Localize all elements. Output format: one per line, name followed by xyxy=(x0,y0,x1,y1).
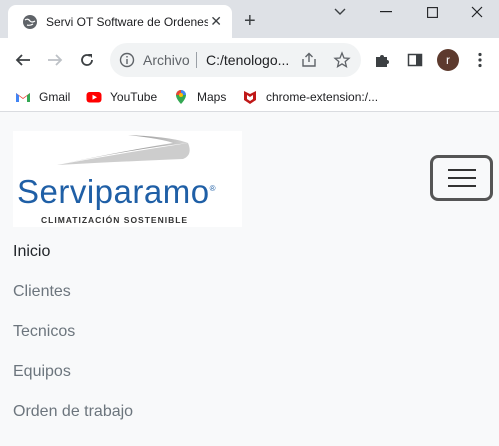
address-bar[interactable]: Archivo C:/tenologo... xyxy=(110,43,361,77)
hamburger-line xyxy=(447,177,476,179)
nav-item-clientes[interactable]: Clientes xyxy=(13,281,133,321)
gmail-icon xyxy=(16,93,30,102)
more-menu-icon[interactable] xyxy=(468,48,492,72)
globe-icon xyxy=(23,14,37,29)
tab-active[interactable]: Servi OT Software de Ordenes ✕ xyxy=(8,5,232,38)
address-url[interactable]: C:/tenologo... xyxy=(206,52,296,68)
bookmark-label: chrome-extension:/... xyxy=(266,90,379,104)
nav-item-inicio[interactable]: Inicio xyxy=(13,241,133,281)
nav-item-equipos[interactable]: Equipos xyxy=(13,361,133,401)
bookmark-chrome-extension[interactable]: chrome-extension:/... xyxy=(242,88,378,106)
logo-brand: Serviparamo® xyxy=(17,173,216,211)
youtube-icon xyxy=(86,92,102,103)
forward-arrow-icon[interactable] xyxy=(43,48,67,72)
tab-title: Servi OT Software de Ordenes xyxy=(46,14,208,29)
back-arrow-icon[interactable] xyxy=(11,48,35,72)
mcafee-icon xyxy=(244,91,256,104)
browser-toolbar: Archivo C:/tenologo... r xyxy=(0,38,499,82)
close-window-icon[interactable] xyxy=(455,0,499,24)
minimize-icon[interactable] xyxy=(364,0,408,24)
bookmark-maps[interactable]: Maps xyxy=(173,88,226,106)
hamburger-line xyxy=(447,169,476,171)
logo-brand-text: Serviparamo xyxy=(17,173,210,210)
address-scheme: Archivo xyxy=(143,52,190,68)
profile-avatar[interactable]: r xyxy=(437,49,459,71)
page-content: Serviparamo® CLIMATIZACIÓN SOSTENIBLE In… xyxy=(0,113,499,446)
hamburger-line xyxy=(447,185,476,187)
navbar-toggler-button[interactable] xyxy=(430,155,493,201)
tab-close-icon[interactable]: ✕ xyxy=(210,13,222,29)
logo-tagline: CLIMATIZACIÓN SOSTENIBLE xyxy=(41,215,189,225)
serviparamo-logo[interactable]: Serviparamo® CLIMATIZACIÓN SOSTENIBLE xyxy=(13,131,242,227)
extensions-puzzle-icon[interactable] xyxy=(370,48,394,72)
side-panel-icon[interactable] xyxy=(403,48,427,72)
address-divider xyxy=(196,52,197,68)
new-tab-button[interactable]: + xyxy=(244,11,256,31)
maximize-icon[interactable] xyxy=(410,0,454,24)
nav-item-orden-de-trabajo[interactable]: Orden de trabajo xyxy=(13,401,133,441)
bookmark-gmail[interactable]: Gmail xyxy=(15,88,70,106)
bookmark-label: YouTube xyxy=(110,90,158,104)
bookmark-label: Maps xyxy=(197,90,227,104)
logo-registered-mark: ® xyxy=(209,184,216,193)
nav-item-tecnicos[interactable]: Tecnicos xyxy=(13,321,133,361)
share-icon[interactable] xyxy=(300,51,318,69)
tab-strip: Servi OT Software de Ordenes ✕ + xyxy=(0,0,499,38)
bookmark-youtube[interactable]: YouTube xyxy=(86,88,157,106)
tab-search-chevron-icon[interactable] xyxy=(318,0,362,24)
bookmark-label: Gmail xyxy=(39,90,71,104)
main-nav: Inicio Clientes Tecnicos Equipos Orden d… xyxy=(13,241,133,441)
maps-icon xyxy=(176,90,186,104)
bookmarks-bar: Gmail YouTube Maps chrome-extension:/... xyxy=(0,82,499,112)
reload-icon[interactable] xyxy=(75,48,99,72)
bookmark-star-icon[interactable] xyxy=(333,51,351,69)
info-icon[interactable] xyxy=(119,52,135,68)
